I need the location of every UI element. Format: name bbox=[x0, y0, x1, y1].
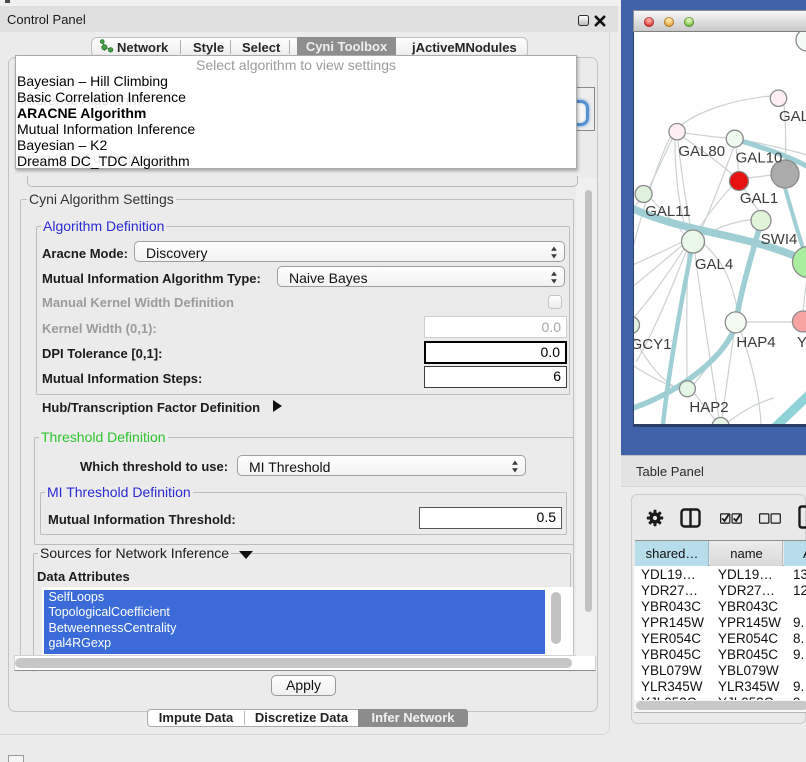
svg-text:Y: Y bbox=[797, 334, 806, 351]
svg-text:GAL7: GAL7 bbox=[779, 108, 806, 125]
svg-text:GAL80: GAL80 bbox=[678, 143, 725, 160]
svg-text:GCY1: GCY1 bbox=[634, 336, 671, 353]
svg-text:HAP4: HAP4 bbox=[736, 334, 775, 351]
svg-text:GAL4: GAL4 bbox=[695, 256, 733, 273]
svg-text:GAL11: GAL11 bbox=[645, 203, 691, 220]
svg-text:HAP2: HAP2 bbox=[689, 399, 728, 416]
svg-text:GAL10: GAL10 bbox=[736, 150, 783, 167]
svg-text:GAL1: GAL1 bbox=[740, 190, 778, 207]
svg-text:SWI4: SWI4 bbox=[761, 231, 798, 248]
